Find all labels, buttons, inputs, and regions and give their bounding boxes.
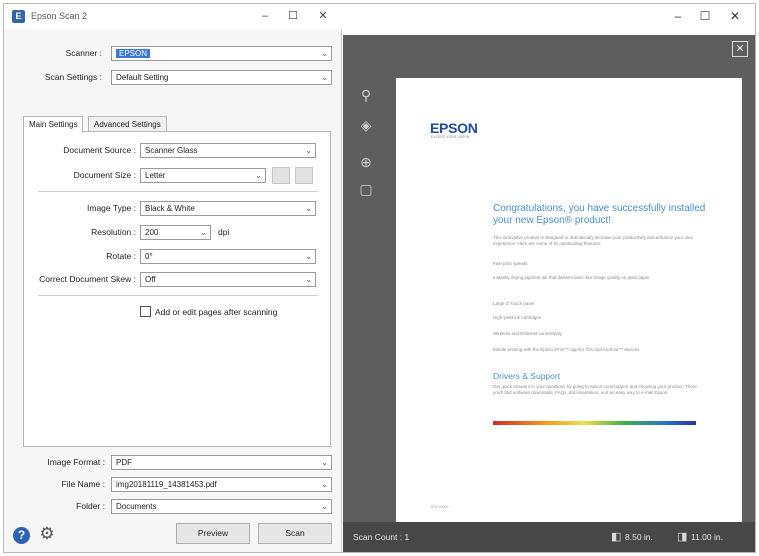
title-bar: E Epson Scan 2 – ☐ ✕	[4, 4, 342, 29]
document-bullet: Large 4" touch panel	[493, 301, 535, 306]
chevron-down-icon: ⌄	[321, 73, 328, 82]
support-text: Get quick answers to your questions by g…	[493, 384, 697, 395]
add-area-icon[interactable]: ⊕	[355, 151, 377, 173]
image-format-value: PDF	[116, 458, 132, 467]
document-size-select[interactable]: Letter ⌄	[140, 168, 266, 183]
document-intro: This innovative product is designed to d…	[493, 235, 694, 246]
chevron-down-icon: ⌄	[305, 146, 312, 155]
document-size-value: Letter	[145, 171, 166, 180]
preview-button[interactable]: Preview	[176, 523, 250, 544]
preview-panel: – ☐ ✕ ⚲ ◈ ⊕ ▢ EPSON EXCEED YOUR VISION C…	[343, 4, 755, 552]
image-format-select[interactable]: PDF ⌄	[111, 455, 332, 470]
preview-minimize-button[interactable]: –	[665, 7, 691, 25]
file-name-select[interactable]: img20181119_14381453.pdf ⌄	[111, 477, 332, 492]
tab-advanced-settings[interactable]: Advanced Settings	[88, 116, 167, 132]
rotate-select[interactable]: 0° ⌄	[140, 249, 316, 264]
document-bullet: Wireless and Ethernet connectivity	[493, 331, 563, 336]
add-edit-pages-checkbox[interactable]	[140, 306, 151, 317]
resolution-unit: dpi	[218, 227, 230, 237]
maximize-button[interactable]: ☐	[280, 7, 306, 25]
scanner-value: EPSON	[116, 49, 151, 58]
document-bullet: Mobile printing with the Epson iPrint™ a…	[493, 347, 640, 352]
height-icon: ◨	[677, 531, 688, 543]
page-height: 11.00 in.	[691, 532, 723, 542]
close-preview-icon[interactable]: ✕	[732, 41, 748, 57]
divider	[38, 295, 318, 296]
document-headline: Congratulations, you have successfully i…	[493, 203, 706, 226]
gear-icon[interactable]: ⚙	[37, 524, 57, 544]
document-source-label: Document Source :	[63, 145, 136, 155]
resolution-select[interactable]: 200 ⌄	[140, 225, 211, 240]
tab-main-settings[interactable]: Main Settings	[23, 116, 84, 133]
image-type-select[interactable]: Black & White ⌄	[140, 201, 316, 216]
correct-skew-select[interactable]: Off ⌄	[140, 272, 316, 287]
window-title: Epson Scan 2	[31, 11, 88, 21]
chevron-down-icon: ⌄	[321, 49, 328, 58]
correct-skew-label: Correct Document Skew :	[39, 274, 136, 284]
scanned-page-preview: EPSON EXCEED YOUR VISION Congratulations…	[396, 78, 742, 530]
preview-canvas: ⚲ ◈ ⊕ ▢ EPSON EXCEED YOUR VISION Congrat…	[343, 35, 755, 530]
document-size-label: Document Size :	[73, 170, 136, 180]
folder-select[interactable]: Documents ⌄	[111, 499, 332, 514]
image-format-label: Image Format :	[47, 457, 105, 467]
preview-maximize-button[interactable]: ☐	[692, 7, 718, 25]
status-bar: Scan Count : 1 ◧ 8.50 in. ◨ 11.00 in.	[343, 522, 755, 552]
file-name-label: File Name :	[61, 479, 105, 489]
chevron-down-icon: ⌄	[305, 275, 312, 284]
document-source-select[interactable]: Scanner Glass ⌄	[140, 143, 316, 158]
chevron-down-icon: ⌄	[305, 252, 312, 261]
zoom-icon[interactable]: ⚲	[355, 84, 377, 106]
scanner-select[interactable]: EPSON ⌄	[111, 46, 332, 61]
resolution-value: 200	[145, 228, 159, 237]
image-type-value: Black & White	[145, 204, 195, 213]
size-detect-button[interactable]	[295, 167, 313, 184]
epson-scan-app-icon: E	[12, 10, 25, 23]
scanner-label: Scanner :	[65, 48, 102, 58]
page-width: 8.50 in.	[625, 532, 653, 542]
help-icon[interactable]: ?	[13, 527, 30, 544]
support-title: Drivers & Support	[493, 371, 561, 381]
chevron-down-icon: ⌄	[255, 171, 262, 180]
add-edit-pages-label: Add or edit pages after scanning	[155, 307, 278, 317]
close-button[interactable]: ✕	[310, 7, 336, 25]
epson-scan-window: E Epson Scan 2 – ☐ ✕ Scanner : EPSON ⌄ S…	[3, 3, 756, 553]
correct-skew-value: Off	[145, 275, 156, 284]
scan-settings-select[interactable]: Default Setting ⌄	[111, 70, 332, 85]
chevron-down-icon: ⌄	[321, 502, 328, 511]
image-type-label: Image Type :	[87, 203, 136, 213]
document-bullet: Instantly drying pigment ink that delive…	[493, 275, 650, 280]
chevron-down-icon: ⌄	[305, 204, 312, 213]
color-gradient-bar	[493, 421, 696, 425]
rotate-label: Rotate :	[106, 251, 136, 261]
document-bullet: High-yield ink cartridges	[493, 315, 542, 320]
size-orientation-button[interactable]	[272, 167, 290, 184]
resolution-label: Resolution :	[91, 227, 136, 237]
file-name-value: img20181119_14381453.pdf	[116, 480, 217, 489]
chevron-down-icon: ⌄	[321, 458, 328, 467]
logo-tagline: EXCEED YOUR VISION	[431, 135, 470, 139]
folder-label: Folder :	[76, 501, 105, 511]
scan-count: Scan Count : 1	[353, 532, 410, 542]
width-icon: ◧	[611, 531, 622, 543]
document-code: CPD-00000	[430, 505, 449, 509]
scan-settings-label: Scan Settings :	[44, 72, 102, 82]
document-source-value: Scanner Glass	[145, 146, 198, 155]
chevron-down-icon: ⌄	[200, 228, 207, 237]
rotate-tool-icon[interactable]: ◈	[355, 114, 377, 136]
rotate-value: 0°	[145, 252, 153, 261]
divider	[38, 191, 318, 192]
folder-value: Documents	[116, 502, 157, 511]
chevron-down-icon: ⌄	[321, 480, 328, 489]
scan-settings-value: Default Setting	[116, 73, 169, 82]
document-bullet: Fast print speeds	[493, 261, 528, 266]
settings-panel: E Epson Scan 2 – ☐ ✕ Scanner : EPSON ⌄ S…	[4, 4, 342, 552]
minimize-button[interactable]: –	[252, 7, 278, 25]
preview-close-button[interactable]: ✕	[722, 7, 748, 25]
epson-logo: EPSON	[430, 120, 478, 136]
fit-area-icon[interactable]: ▢	[355, 178, 377, 200]
scan-button[interactable]: Scan	[258, 523, 332, 544]
